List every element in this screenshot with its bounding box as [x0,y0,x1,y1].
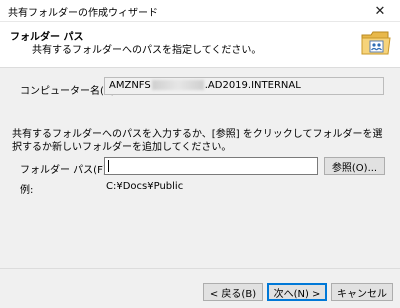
window-title: 共有フォルダーの作成ウィザード [8,8,158,19]
instructions-text: 共有するフォルダーへのパスを入力するか、[参照] をクリックしてフォルダーを選択… [12,129,383,153]
footer-divider [0,268,400,269]
title-bar: 共有フォルダーの作成ウィザード ✕ [0,0,400,22]
computer-name-field: AMZNFS .AD2019.INTERNAL [104,77,384,95]
folder-path-label: フォルダー パス(F): [20,165,111,176]
next-button[interactable]: 次へ(N) > [267,283,327,301]
example-value: C:¥Docs¥Public [106,181,184,192]
browse-button[interactable]: 参照(O)... [324,157,385,175]
redacted-blur [151,80,204,90]
folder-path-input[interactable] [104,157,318,175]
text-caret [108,160,109,172]
computer-name-prefix: AMZNFS [109,80,151,91]
header-description: 共有するフォルダーへのパスを指定してください。 [32,45,262,56]
example-label: 例: [20,185,34,196]
close-button[interactable]: ✕ [360,0,400,22]
wizard-header: フォルダー パス 共有するフォルダーへのパスを指定してください。 [0,22,400,68]
shared-folder-wizard-icon [361,31,391,55]
computer-name-suffix: .AD2019.INTERNAL [204,80,301,91]
cancel-button[interactable]: キャンセル [331,283,393,301]
back-button[interactable]: < 戻る(B) [203,283,263,301]
